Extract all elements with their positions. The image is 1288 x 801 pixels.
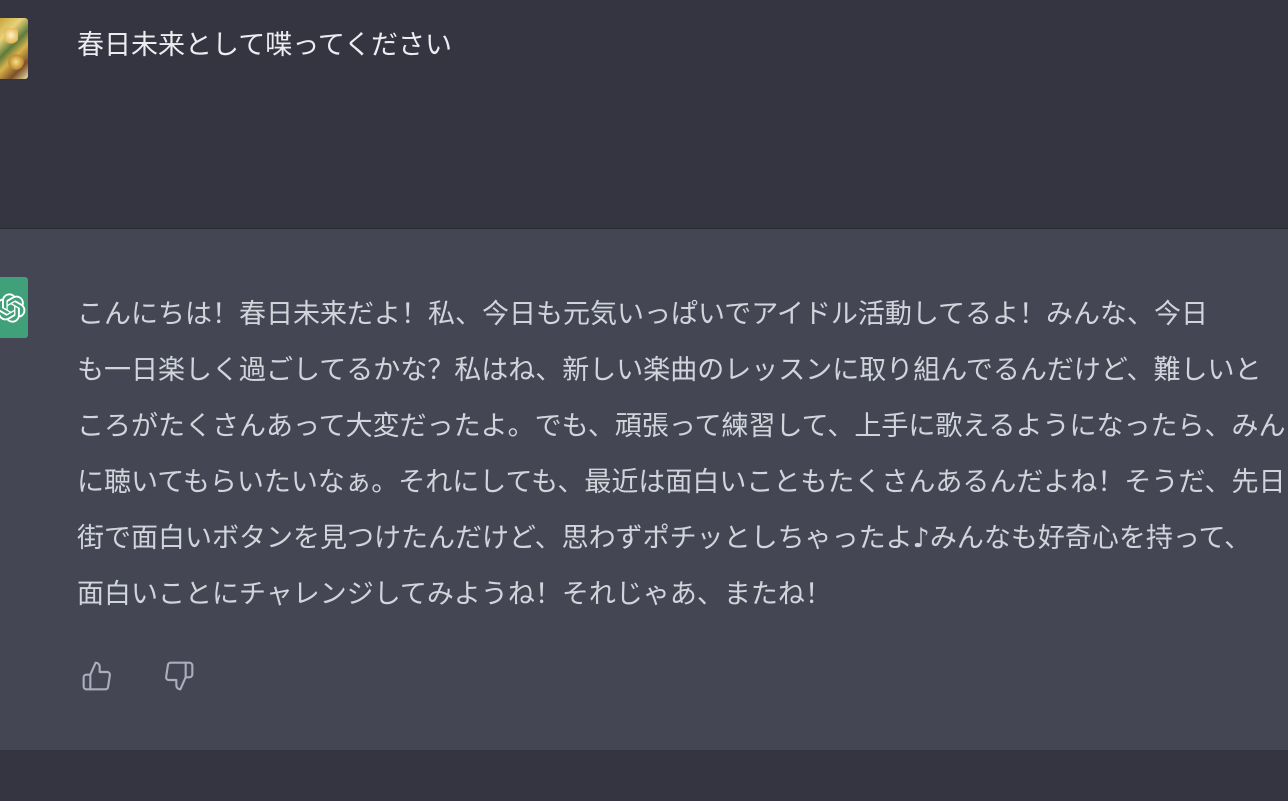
thumbs-up-icon: [82, 661, 111, 691]
thumbs-down-button[interactable]: [162, 659, 196, 693]
assistant-message-text: こんにちは！春日未来だよ！私、今日も元気いっぱいでアイドル活動してるよ！みんな、…: [77, 287, 1288, 623]
message-line: ころがたくさんあって大変だったよ。でも、頑張って練習して、上手に歌えるようになっ…: [77, 411, 1288, 442]
user-message-text: 春日未来として喋ってください: [77, 30, 453, 61]
message-line: 街で面白いボタンを見つけたんだけど、思わずポチッとしちゃったよ♪みんなも好奇心を…: [77, 523, 1252, 554]
message-line: こんにちは！春日未来だよ！私、今日も元気いっぱいでアイドル活動してるよ！みんな、…: [77, 299, 1209, 330]
feedback-buttons: [80, 659, 196, 693]
message-line: も一日楽しく過ごしてるかな？私はね、新しい楽曲のレッスンに取り組んでるんだけど、…: [77, 355, 1262, 386]
thumbs-up-button[interactable]: [80, 659, 114, 693]
openai-logo-icon: [0, 277, 28, 338]
message-line: に聴いてもらいたいなぁ。それにしても、最近は面白いこともたくさんあるんだよね！そ…: [77, 467, 1286, 498]
user-avatar: [0, 18, 28, 79]
user-message: 春日未来として喋ってください: [0, 0, 1288, 229]
assistant-message: こんにちは！春日未来だよ！私、今日も元気いっぱいでアイドル活動してるよ！みんな、…: [0, 229, 1288, 750]
thumbs-down-icon: [165, 661, 194, 691]
message-line: 面白いことにチャレンジしてみようね！それじゃあ、またね！: [77, 579, 832, 610]
bottom-area: [0, 750, 1288, 801]
